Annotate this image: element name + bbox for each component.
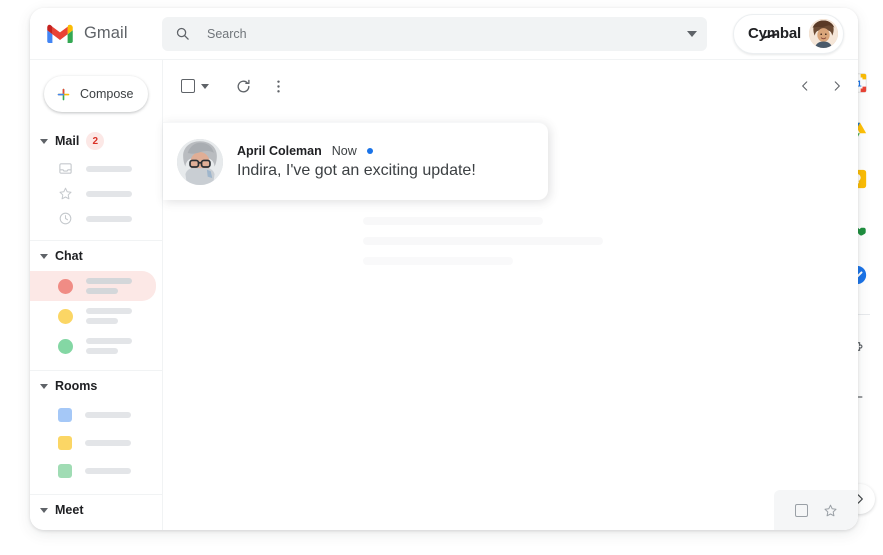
chevron-right-icon bbox=[834, 81, 840, 91]
search-bar[interactable]: Search bbox=[162, 16, 707, 51]
compose-button[interactable]: Compose bbox=[44, 76, 148, 112]
message-sender: April Coleman bbox=[237, 143, 322, 158]
placeholder-bars bbox=[85, 412, 131, 418]
sidebar-section-header-meet[interactable]: Meet bbox=[30, 495, 162, 525]
sidebar-section-header-mail[interactable]: Mail 2 bbox=[30, 126, 162, 156]
screen: 31 bbox=[0, 0, 883, 555]
message-card[interactable]: April Coleman Now Indira, I've got an ex… bbox=[163, 122, 548, 200]
placeholder-bars bbox=[85, 440, 131, 446]
main-pane: April Coleman Now Indira, I've got an ex… bbox=[163, 60, 858, 530]
previous-page-button[interactable] bbox=[798, 79, 812, 93]
list-toolbar bbox=[163, 60, 858, 112]
placeholder-bars bbox=[86, 190, 132, 197]
compose-label: Compose bbox=[80, 87, 134, 101]
room-square-blue bbox=[58, 408, 72, 422]
checkbox-icon bbox=[181, 79, 195, 93]
sidebar-section-title: Chat bbox=[55, 249, 83, 263]
more-options-button[interactable] bbox=[270, 78, 287, 95]
checkbox-icon[interactable] bbox=[794, 503, 808, 517]
brand[interactable]: Gmail bbox=[30, 24, 162, 44]
room-square-green bbox=[58, 464, 72, 478]
placeholder-bars bbox=[86, 215, 132, 222]
chat-avatar-green bbox=[58, 338, 73, 354]
plus-icon bbox=[57, 88, 70, 100]
chevron-left-icon bbox=[802, 81, 808, 91]
sidebar-section-meet: Meet bbox=[30, 495, 162, 530]
sender-avatar bbox=[177, 138, 223, 185]
refresh-icon bbox=[237, 79, 250, 92]
sidebar-section-title: Meet bbox=[55, 503, 84, 517]
message-meta: April Coleman Now bbox=[237, 144, 476, 158]
unread-indicator-dot bbox=[366, 147, 373, 154]
sidebar-section-title: Rooms bbox=[55, 379, 98, 393]
more-vertical-icon bbox=[277, 79, 280, 93]
workspace-account-chip[interactable]: Cymbal bbox=[733, 13, 844, 54]
workspace-name: Cymbal bbox=[748, 25, 801, 42]
placeholder-bars bbox=[86, 308, 132, 324]
search-icon bbox=[176, 27, 189, 40]
inbox-icon bbox=[59, 163, 72, 174]
refresh-button[interactable] bbox=[235, 78, 252, 95]
chevron-down-icon[interactable] bbox=[201, 83, 209, 89]
sidebar-section-chat: Chat bbox=[30, 241, 162, 371]
chat-avatar-red bbox=[58, 278, 73, 294]
sidebar-item-new-meeting[interactable] bbox=[30, 525, 162, 530]
placeholder-bars bbox=[85, 468, 131, 474]
star-icon bbox=[59, 187, 72, 200]
sidebar-item-room-2[interactable] bbox=[30, 429, 162, 457]
sidebar-item-inbox[interactable] bbox=[30, 156, 162, 181]
gmail-m-icon bbox=[47, 24, 73, 43]
sidebar-item-chat-1[interactable] bbox=[30, 271, 156, 301]
snoozed-clock-icon bbox=[59, 212, 72, 225]
placeholder-bars bbox=[86, 278, 132, 294]
sidebar-item-chat-3[interactable] bbox=[30, 331, 162, 361]
sidebar-section-mail: Mail 2 bbox=[30, 126, 162, 241]
star-icon[interactable] bbox=[823, 503, 838, 518]
ghost-placeholder-content bbox=[363, 217, 603, 277]
mail-unread-badge: 2 bbox=[86, 132, 105, 150]
room-square-yellow bbox=[58, 436, 72, 450]
avatar[interactable] bbox=[809, 19, 838, 48]
sidebar-item-room-1[interactable] bbox=[30, 401, 162, 429]
sidebar-section-header-rooms[interactable]: Rooms bbox=[30, 371, 162, 401]
message-body: April Coleman Now Indira, I've got an ex… bbox=[237, 144, 476, 180]
message-preview-text: Indira, I've got an exciting update! bbox=[237, 161, 476, 179]
search-input[interactable]: Search bbox=[190, 27, 687, 41]
row-hover-actions bbox=[774, 490, 858, 530]
sidebar-item-snoozed[interactable] bbox=[30, 206, 162, 231]
sidebar-item-room-3[interactable] bbox=[30, 457, 162, 485]
gmail-window: Gmail Search Cymbal Compose Mail 2 Chat … bbox=[30, 8, 858, 530]
search-filter-chevron-down-icon[interactable] bbox=[687, 30, 697, 37]
select-all-checkbox[interactable] bbox=[181, 79, 209, 93]
chat-avatar-yellow bbox=[58, 308, 73, 324]
placeholder-bars bbox=[86, 165, 132, 172]
sidebar: Compose Mail 2 Chat Rooms Meet bbox=[30, 60, 163, 530]
chevron-down-icon[interactable] bbox=[40, 507, 48, 513]
sidebar-section-title: Mail bbox=[55, 134, 80, 148]
chevron-down-icon[interactable] bbox=[40, 383, 48, 389]
message-timestamp: Now bbox=[331, 143, 357, 158]
sidebar-item-starred[interactable] bbox=[30, 181, 162, 206]
chevron-down-icon[interactable] bbox=[40, 253, 48, 259]
message-list: April Coleman Now Indira, I've got an ex… bbox=[163, 112, 858, 530]
next-page-button[interactable] bbox=[830, 79, 844, 93]
sidebar-section-header-chat[interactable]: Chat bbox=[30, 241, 162, 271]
placeholder-bars bbox=[86, 338, 132, 354]
sidebar-item-chat-2[interactable] bbox=[30, 301, 162, 331]
chevron-down-icon[interactable] bbox=[40, 138, 48, 144]
top-bar: Gmail Search Cymbal bbox=[30, 8, 858, 60]
search-container: Search bbox=[162, 16, 733, 51]
window-body: Compose Mail 2 Chat Rooms Meet April Col… bbox=[30, 60, 858, 530]
sidebar-section-rooms: Rooms bbox=[30, 371, 162, 495]
brand-name: Gmail bbox=[84, 24, 128, 42]
